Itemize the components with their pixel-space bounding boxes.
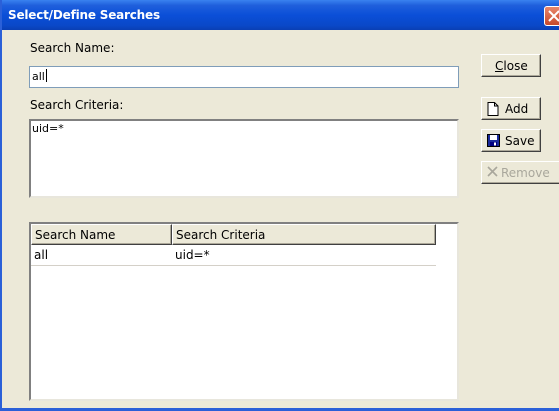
close-icon xyxy=(548,10,559,22)
new-document-icon xyxy=(487,102,499,116)
table-cell-search-criteria: uid=* xyxy=(175,248,210,262)
search-criteria-value: uid=* xyxy=(32,122,64,135)
close-button-label: lose xyxy=(503,59,528,73)
search-name-value: all xyxy=(32,70,45,83)
save-button-label: Save xyxy=(505,134,535,148)
window-title: Select/Define Searches xyxy=(8,8,160,22)
close-button[interactable]: Close xyxy=(481,54,541,77)
text-caret xyxy=(45,69,47,82)
title-bar[interactable]: Select/Define Searches xyxy=(2,0,559,30)
table-row[interactable]: all uid=* xyxy=(31,245,436,266)
remove-button[interactable]: Remove xyxy=(481,161,559,184)
search-name-label: Search Name: xyxy=(30,41,115,55)
x-icon xyxy=(487,166,498,177)
add-button[interactable]: Add xyxy=(481,97,541,120)
table-cell-search-name: all xyxy=(34,248,49,262)
column-header-search-criteria[interactable]: Search Criteria xyxy=(172,224,436,245)
floppy-disk-icon xyxy=(487,134,500,147)
save-button[interactable]: Save xyxy=(481,129,541,152)
saved-searches-list[interactable]: Search Name Search Criteria all uid=* xyxy=(29,222,459,401)
remove-button-label: Remove xyxy=(501,166,550,180)
search-criteria-label: Search Criteria: xyxy=(30,98,124,112)
search-name-input[interactable]: all xyxy=(29,66,459,88)
select-define-searches-dialog: Select/Define Searches Search Name: all … xyxy=(0,0,559,411)
search-criteria-input[interactable]: uid=* xyxy=(29,119,459,198)
column-header-search-name[interactable]: Search Name xyxy=(31,224,172,245)
window-close-button[interactable] xyxy=(544,6,559,26)
add-button-label: Add xyxy=(505,102,529,116)
